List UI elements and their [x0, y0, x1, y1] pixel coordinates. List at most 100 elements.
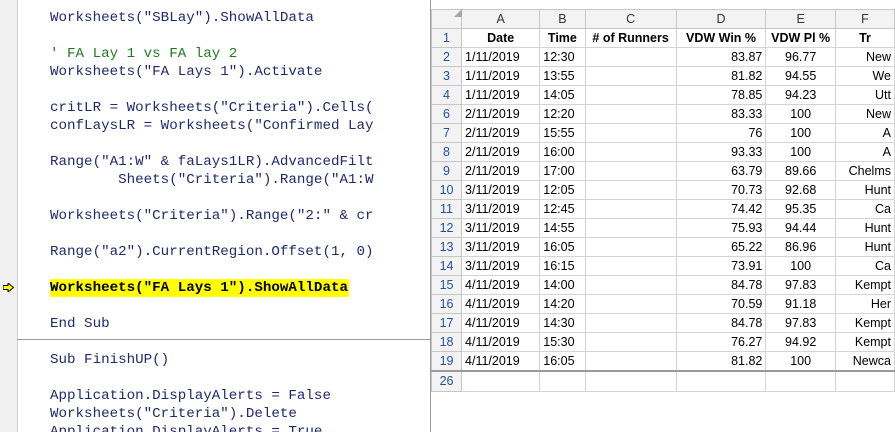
cell-header-track[interactable]: Tr — [834, 28, 895, 48]
code-line[interactable]: Sub FinishUP() — [50, 351, 169, 369]
cell-vdw-pl[interactable]: 94.23 — [765, 85, 836, 105]
vba-code-pane[interactable]: Worksheets("SBLay").ShowAllData ' FA Lay… — [0, 0, 431, 432]
column-header-d[interactable]: D — [675, 9, 767, 29]
cell-vdw-win[interactable]: 81.82 — [675, 66, 767, 86]
cell-date[interactable]: 3/11/2019 — [461, 180, 541, 200]
empty-cell[interactable] — [675, 369, 767, 392]
cell-runners[interactable] — [584, 123, 677, 143]
cell-runners[interactable] — [584, 351, 677, 371]
cell-header-vdw-win[interactable]: VDW Win % — [675, 28, 767, 48]
cell-runners[interactable] — [584, 313, 677, 333]
row-header[interactable]: 16 — [431, 294, 463, 314]
cell-track[interactable]: New — [834, 104, 895, 124]
cell-time[interactable]: 12:45 — [539, 199, 586, 219]
row-header[interactable]: 9 — [431, 161, 463, 181]
code-line[interactable]: Range("A1:W" & faLays1LR).AdvancedFilt — [50, 153, 374, 171]
cell-time[interactable]: 12:20 — [539, 104, 586, 124]
cell-runners[interactable] — [584, 294, 677, 314]
cell-track[interactable]: Utt — [834, 85, 895, 105]
cell-runners[interactable] — [584, 104, 677, 124]
cell-vdw-pl[interactable]: 97.83 — [765, 275, 836, 295]
cell-date[interactable]: 2/11/2019 — [461, 142, 541, 162]
cell-time[interactable]: 16:15 — [539, 256, 586, 276]
code-line[interactable]: Application.DisplayAlerts = False — [50, 387, 331, 405]
cell-vdw-win[interactable]: 84.78 — [675, 313, 767, 333]
cell-date[interactable]: 3/11/2019 — [461, 237, 541, 257]
row-header[interactable]: 7 — [431, 123, 463, 143]
cell-time[interactable]: 14:20 — [539, 294, 586, 314]
row-header[interactable]: 4 — [431, 85, 463, 105]
cell-vdw-win[interactable]: 73.91 — [675, 256, 767, 276]
row-header[interactable]: 2 — [431, 47, 463, 67]
cell-runners[interactable] — [584, 66, 677, 86]
cell-vdw-win[interactable]: 76.27 — [675, 332, 767, 352]
empty-cell[interactable] — [834, 369, 895, 392]
cell-time[interactable]: 12:30 — [539, 47, 586, 67]
code-line[interactable]: Worksheets("Criteria").Range("2:" & cr — [50, 207, 374, 225]
cell-vdw-win[interactable]: 83.87 — [675, 47, 767, 67]
row-header[interactable]: 3 — [431, 66, 463, 86]
code-line[interactable]: Range("a2").CurrentRegion.Offset(1, 0) — [50, 243, 374, 261]
row-header[interactable]: 17 — [431, 313, 463, 333]
cell-date[interactable]: 4/11/2019 — [461, 332, 541, 352]
code-line[interactable]: Worksheets("SBLay").ShowAllData — [50, 9, 314, 27]
cell-vdw-pl[interactable]: 91.18 — [765, 294, 836, 314]
cell-track[interactable]: A — [834, 142, 895, 162]
cell-vdw-pl[interactable]: 100 — [765, 142, 836, 162]
cell-vdw-pl[interactable]: 96.77 — [765, 47, 836, 67]
cell-time[interactable]: 16:05 — [539, 351, 586, 371]
cell-vdw-win[interactable]: 93.33 — [675, 142, 767, 162]
cell-track[interactable]: Hunt — [834, 237, 895, 257]
cell-vdw-win[interactable]: 63.79 — [675, 161, 767, 181]
cell-track[interactable]: Ca — [834, 256, 895, 276]
cell-vdw-pl[interactable]: 94.55 — [765, 66, 836, 86]
cell-vdw-win[interactable]: 74.42 — [675, 199, 767, 219]
cell-date[interactable]: 3/11/2019 — [461, 218, 541, 238]
row-header[interactable]: 10 — [431, 180, 463, 200]
column-header-f[interactable]: F — [834, 9, 895, 29]
column-header-b[interactable]: B — [539, 9, 586, 29]
column-header-a[interactable]: A — [461, 9, 541, 29]
cell-date[interactable]: 2/11/2019 — [461, 161, 541, 181]
worksheet-grid[interactable]: A B C D E F 1 Date Time # of Runners VDW… — [431, 0, 895, 432]
cell-track[interactable]: Her — [834, 294, 895, 314]
cell-vdw-win[interactable]: 83.33 — [675, 104, 767, 124]
row-header[interactable]: 6 — [431, 104, 463, 124]
row-header[interactable]: 18 — [431, 332, 463, 352]
current-execution-line[interactable]: Worksheets("FA Lays 1").ShowAllData — [50, 279, 349, 297]
cell-vdw-win[interactable]: 78.85 — [675, 85, 767, 105]
cell-time[interactable]: 14:00 — [539, 275, 586, 295]
empty-cell[interactable] — [539, 369, 586, 392]
cell-runners[interactable] — [584, 85, 677, 105]
cell-date[interactable]: 3/11/2019 — [461, 199, 541, 219]
cell-time[interactable]: 14:55 — [539, 218, 586, 238]
cell-time[interactable]: 14:05 — [539, 85, 586, 105]
column-header-e[interactable]: E — [765, 9, 836, 29]
cell-date[interactable]: 2/11/2019 — [461, 104, 541, 124]
cell-date[interactable]: 2/11/2019 — [461, 123, 541, 143]
cell-track[interactable]: Kempt — [834, 332, 895, 352]
cell-vdw-pl[interactable]: 92.68 — [765, 180, 836, 200]
code-line[interactable]: Sheets("Criteria").Range("A1:W — [50, 171, 373, 189]
code-line[interactable]: critLR = Worksheets("Criteria").Cells( — [50, 99, 374, 117]
cell-vdw-pl[interactable]: 94.44 — [765, 218, 836, 238]
row-header[interactable]: 26 — [431, 369, 463, 392]
row-header[interactable]: 13 — [431, 237, 463, 257]
cell-time[interactable]: 13:55 — [539, 66, 586, 86]
cell-track[interactable]: Kempt — [834, 313, 895, 333]
cell-vdw-pl[interactable]: 94.92 — [765, 332, 836, 352]
cell-time[interactable]: 16:00 — [539, 142, 586, 162]
cell-runners[interactable] — [584, 161, 677, 181]
cell-runners[interactable] — [584, 256, 677, 276]
cell-track[interactable]: Newca — [834, 351, 895, 371]
cell-date[interactable]: 4/11/2019 — [461, 313, 541, 333]
cell-date[interactable]: 3/11/2019 — [461, 256, 541, 276]
cell-track[interactable]: Kempt — [834, 275, 895, 295]
code-margin[interactable] — [0, 0, 18, 432]
row-header[interactable]: 14 — [431, 256, 463, 276]
cell-vdw-pl[interactable]: 89.66 — [765, 161, 836, 181]
empty-cell[interactable] — [461, 369, 541, 392]
cell-runners[interactable] — [584, 275, 677, 295]
cell-vdw-win[interactable]: 70.73 — [675, 180, 767, 200]
cell-track[interactable]: A — [834, 123, 895, 143]
